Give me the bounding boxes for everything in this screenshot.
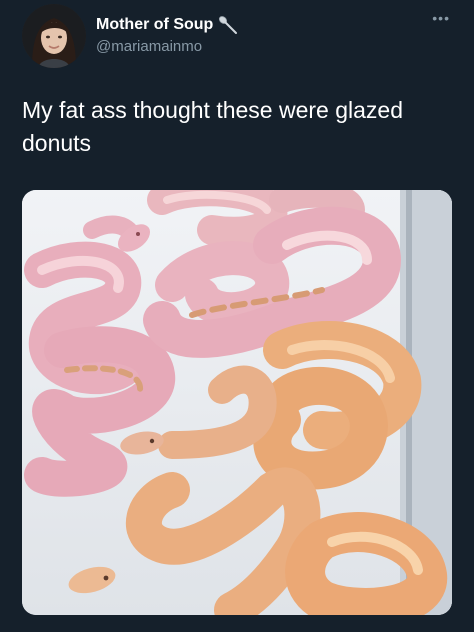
more-options-icon[interactable]: ••• xyxy=(432,10,450,26)
display-name[interactable]: Mother of Soup xyxy=(96,16,213,34)
tweet-media-image[interactable] xyxy=(22,190,452,615)
user-handle[interactable]: @mariamainmo xyxy=(96,38,202,55)
snakes-photo xyxy=(22,190,452,615)
author-name-row[interactable]: Mother of Soup xyxy=(96,14,239,36)
tweet-text: My fat ass thought these were glazed don… xyxy=(22,97,403,156)
spoon-icon xyxy=(217,14,239,36)
avatar[interactable] xyxy=(22,4,86,68)
